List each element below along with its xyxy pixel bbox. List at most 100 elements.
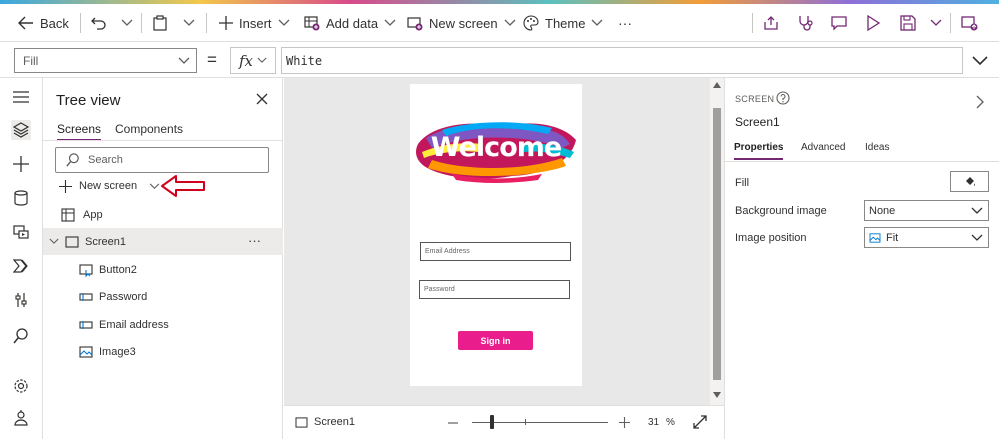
tree-view-layers-icon[interactable] — [11, 120, 31, 140]
tab-ideas[interactable]: Ideas — [865, 142, 889, 153]
back-button[interactable]: Back — [18, 4, 69, 42]
chevron-down-icon — [257, 57, 267, 63]
paint-bucket-icon — [965, 176, 975, 186]
comments-button[interactable] — [831, 4, 847, 42]
app-screen-preview[interactable]: Welcome Email Address Password Sign in — [410, 84, 582, 386]
search-icon[interactable] — [11, 326, 31, 346]
insert-button[interactable]: Insert — [219, 4, 290, 42]
chevron-down-icon — [971, 234, 983, 241]
chevron-down-icon — [971, 207, 983, 214]
tree-item-password[interactable]: Password — [43, 283, 283, 310]
welcome-image[interactable]: Welcome — [412, 114, 580, 186]
tab-screens[interactable]: Screens — [57, 122, 102, 141]
save-dropdown-button[interactable] — [930, 4, 942, 42]
more-options-icon[interactable]: ··· — [248, 233, 261, 248]
divider — [950, 13, 951, 33]
insert-plus-icon[interactable] — [11, 154, 31, 174]
gear-icon[interactable] — [11, 376, 31, 396]
theme-button[interactable]: Theme — [523, 4, 603, 42]
virtual-agent-icon[interactable] — [11, 408, 31, 428]
search-placeholder: Search — [88, 154, 123, 166]
password-input-preview[interactable]: Password — [419, 280, 570, 299]
media-icon[interactable] — [11, 222, 31, 242]
chevron-down-icon — [149, 182, 160, 189]
hamburger-menu-icon[interactable] — [11, 87, 31, 107]
image-position-dropdown[interactable]: Fit — [864, 227, 989, 248]
tab-components[interactable]: Components — [115, 122, 183, 136]
tree-item-email-address[interactable]: Email address — [43, 311, 283, 338]
share-icon — [764, 16, 778, 30]
play-icon — [867, 15, 880, 31]
properties-panel: SCREEN Screen1 Properties Advanced Ideas… — [724, 78, 999, 439]
expand-formula-chevron-icon[interactable] — [972, 56, 988, 66]
add-data-button[interactable]: Add data — [304, 4, 396, 42]
email-input-preview[interactable]: Email Address — [420, 242, 571, 261]
tab-advanced[interactable]: Advanced — [801, 142, 845, 153]
paste-button[interactable] — [152, 4, 168, 42]
tab-properties[interactable]: Properties — [734, 142, 784, 160]
undo-dropdown-button[interactable] — [121, 4, 133, 42]
new-screen-button[interactable]: New screen — [59, 178, 160, 194]
tree-item-app[interactable]: App — [43, 201, 283, 228]
publish-button[interactable] — [961, 4, 979, 42]
chevron-right-icon[interactable] — [976, 95, 984, 109]
background-image-dropdown[interactable]: None — [864, 200, 989, 221]
tree-item-screen1[interactable]: Screen1 ··· — [43, 228, 283, 255]
undo-button[interactable] — [91, 4, 107, 42]
app-checker-button[interactable] — [797, 4, 813, 42]
textinput-icon — [79, 320, 93, 329]
fx-icon: fx — [238, 51, 253, 70]
data-cylinder-icon[interactable] — [11, 188, 31, 208]
help-icon[interactable] — [776, 91, 790, 105]
search-icon — [66, 153, 79, 167]
table-add-icon — [304, 16, 320, 31]
tab-screens-label: Screens — [57, 122, 102, 136]
share-button[interactable] — [763, 4, 779, 42]
fill-label: Fill — [735, 177, 750, 189]
more-commands-button[interactable]: ··· — [618, 4, 632, 42]
scrollbar-thumb[interactable] — [713, 108, 721, 380]
advanced-tools-icon[interactable] — [11, 290, 31, 310]
zoom-out-minus-icon[interactable] — [448, 422, 458, 424]
formula-input[interactable]: White — [281, 47, 963, 74]
section-label: SCREEN — [735, 94, 775, 104]
divider — [206, 13, 207, 33]
close-icon[interactable] — [256, 93, 268, 105]
zoom-slider-thumb[interactable] — [490, 415, 494, 429]
textinput-icon — [79, 292, 93, 301]
tree-item-button2[interactable]: Button2 — [43, 256, 283, 283]
zoom-slider-tick — [525, 419, 526, 425]
app-icon — [61, 207, 75, 222]
save-button[interactable] — [900, 4, 916, 42]
power-automate-icon[interactable] — [11, 256, 31, 276]
function-button[interactable]: fx — [230, 47, 276, 74]
background-image-label: Background image — [735, 205, 827, 217]
zoom-in-plus-icon[interactable] — [619, 417, 630, 428]
sign-in-button-preview[interactable]: Sign in — [458, 331, 533, 350]
chevron-down-icon[interactable] — [49, 238, 59, 245]
chevron-down-icon — [278, 19, 289, 26]
clipboard-icon — [153, 15, 167, 31]
tree-item-image3[interactable]: Image3 — [43, 338, 283, 365]
fit-to-window-icon[interactable] — [693, 415, 707, 429]
new-screen-toolbar-button[interactable]: New screen — [407, 4, 516, 42]
chevron-down-icon — [183, 19, 195, 26]
search-input[interactable]: Search — [55, 147, 269, 173]
tree-view-panel: Tree view Screens Components Search New … — [43, 78, 283, 439]
tree-item-label: Password — [99, 290, 148, 303]
tree-view-title: Tree view — [56, 92, 121, 109]
scroll-down-icon[interactable] — [713, 392, 721, 398]
property-selector[interactable]: Fill — [14, 48, 197, 73]
palette-icon — [523, 15, 539, 31]
scroll-up-icon[interactable] — [713, 82, 721, 88]
screen-selector[interactable]: Screen1 — [295, 416, 355, 428]
command-bar: Back Insert Add data New screen Theme ··… — [0, 4, 999, 42]
fill-color-picker[interactable] — [950, 171, 989, 192]
new-screen-icon — [407, 17, 423, 31]
canvas-vertical-scrollbar[interactable] — [710, 78, 724, 405]
screen-icon — [65, 235, 79, 248]
preview-button[interactable] — [866, 4, 880, 42]
paste-dropdown-button[interactable] — [183, 4, 195, 42]
chevron-down-icon — [930, 19, 942, 26]
formula-value: White — [286, 53, 323, 68]
